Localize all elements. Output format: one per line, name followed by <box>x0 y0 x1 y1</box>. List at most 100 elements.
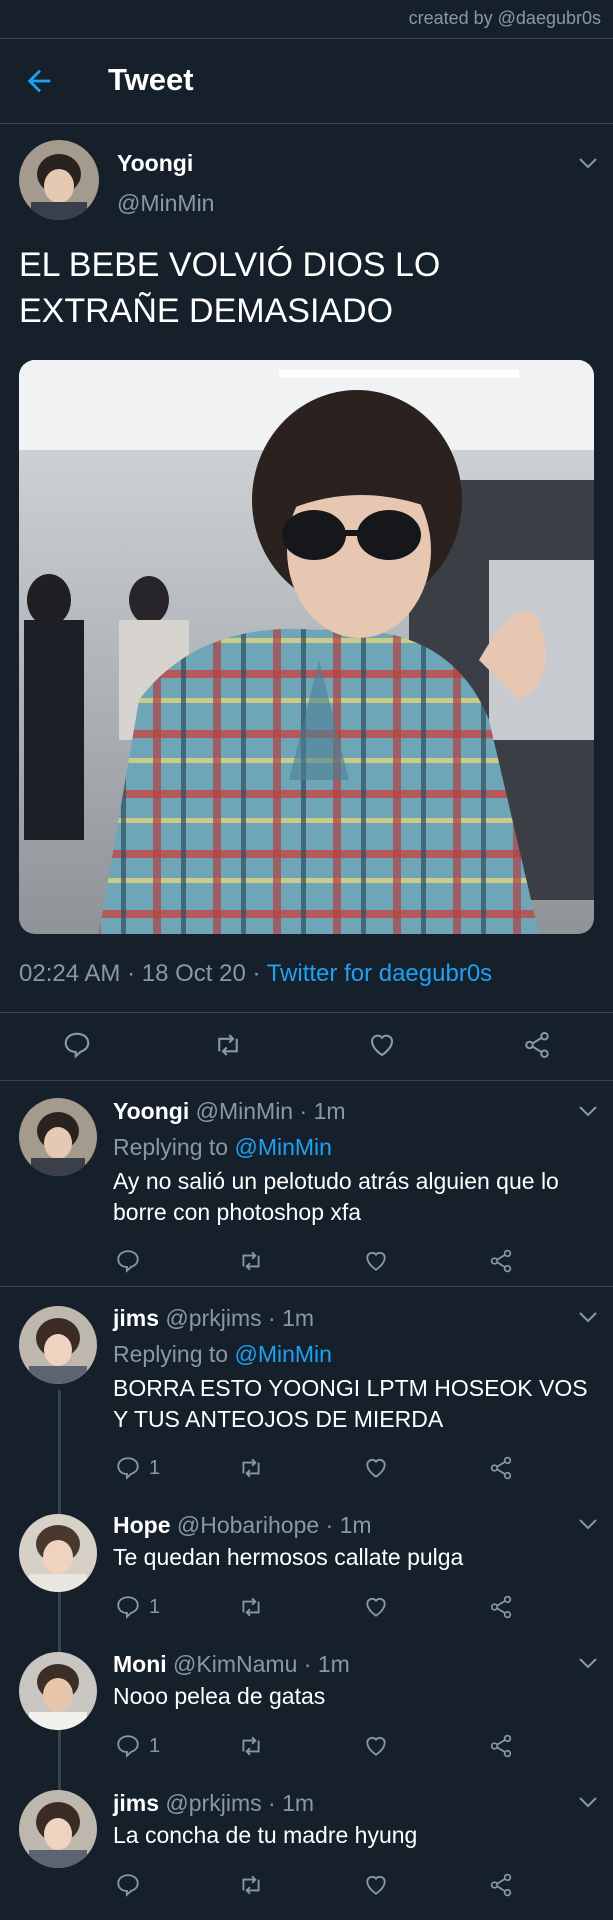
reply-header: Hope @Hobarihope · 1m <box>113 1512 372 1539</box>
reply-author-handle[interactable]: @prkjims <box>165 1790 261 1816</box>
tweet-text: EL BEBE VOLVIÓ DIOS LO EXTRAÑE DEMASIADO <box>19 246 441 330</box>
avatar[interactable] <box>19 1790 97 1868</box>
reply-text: La concha de tu madre hyung <box>113 1822 418 1848</box>
reply-count: 1 <box>149 1456 161 1479</box>
share-icon[interactable] <box>522 1030 552 1060</box>
replying-to: Replying to @MinMin <box>113 1339 332 1370</box>
reply-actions: 1 <box>0 1586 613 1636</box>
reply-actions <box>0 1864 613 1914</box>
replying-to-handle[interactable]: @MinMin <box>234 1341 331 1367</box>
reply-text: Nooo pelea de gatas <box>113 1683 326 1709</box>
meta-separator: · <box>325 1512 334 1538</box>
reply-icon[interactable] <box>62 1030 92 1060</box>
reply-button[interactable] <box>115 1248 141 1274</box>
reply-actions: 1 <box>0 1447 613 1497</box>
divider <box>0 1080 613 1081</box>
author-name[interactable]: Yoongi <box>117 150 193 177</box>
retweet-icon[interactable] <box>238 1872 264 1898</box>
reply-text: Te quedan hermosos callate pulga <box>113 1544 464 1570</box>
chevron-down-icon[interactable] <box>578 1656 598 1670</box>
arrow-left-icon[interactable] <box>22 64 56 98</box>
share-icon[interactable] <box>488 1455 514 1481</box>
like-icon[interactable] <box>363 1248 389 1274</box>
like-icon[interactable] <box>363 1594 389 1620</box>
reply-actions: 1 <box>0 1725 613 1775</box>
retweet-icon[interactable] <box>238 1594 264 1620</box>
chevron-down-icon[interactable] <box>578 1104 598 1118</box>
reply-time: 1m <box>317 1651 350 1677</box>
meta-separator: · <box>252 960 261 987</box>
meta-separator: · <box>303 1651 312 1677</box>
reply-time: 1m <box>339 1512 372 1538</box>
reply-author-name[interactable]: Hope <box>113 1512 171 1538</box>
avatar[interactable] <box>19 1652 97 1730</box>
reply-button[interactable]: 1 <box>115 1594 160 1620</box>
reply-author-name[interactable]: jims <box>113 1790 159 1816</box>
avatar[interactable] <box>19 1306 97 1384</box>
reply-count: 1 <box>149 1595 161 1618</box>
chevron-down-icon[interactable] <box>578 156 598 170</box>
reply-text: Y TUS ANTEOJOS DE MIERDA <box>113 1406 444 1432</box>
reply-author-name[interactable]: Yoongi <box>113 1098 189 1124</box>
replying-to: Replying to @MinMin <box>113 1132 332 1163</box>
share-icon[interactable] <box>488 1733 514 1759</box>
tweet-date: 18 Oct 20 <box>141 960 246 987</box>
avatar[interactable] <box>19 1514 97 1592</box>
reply-time: 1m <box>282 1305 315 1331</box>
like-icon[interactable] <box>363 1455 389 1481</box>
avatar[interactable] <box>19 140 99 220</box>
share-icon[interactable] <box>488 1594 514 1620</box>
reply-icon <box>117 1874 139 1897</box>
author-handle[interactable]: @MinMin <box>117 190 214 217</box>
reply-author-name[interactable]: Moni <box>113 1651 167 1677</box>
reply-header: jims @prkjims · 1m <box>113 1790 314 1817</box>
reply-header: jims @prkjims · 1m <box>113 1305 314 1332</box>
meta-separator: · <box>299 1098 308 1124</box>
tweet-meta: 02:24 AM · 18 Oct 20 · Twitter for daegu… <box>19 960 492 988</box>
reply-icon <box>117 1250 139 1273</box>
meta-separator: · <box>268 1790 276 1816</box>
reply-icon <box>117 1457 139 1480</box>
retweet-icon[interactable] <box>238 1248 264 1274</box>
reply-author-handle[interactable]: @MinMin <box>196 1098 293 1124</box>
reply-text: BORRA ESTO YOONGI LPTM HOSEOK VOS <box>113 1375 588 1401</box>
reply-count: 1 <box>149 1734 161 1757</box>
reply-icon <box>117 1596 139 1619</box>
reply-header: Moni @KimNamu · 1m <box>113 1651 350 1678</box>
page-title: Tweet <box>108 62 194 97</box>
tweet-source[interactable]: Twitter for daegubr0s <box>267 960 492 987</box>
replying-to-handle[interactable]: @MinMin <box>234 1134 331 1160</box>
meta-separator: · <box>127 960 136 987</box>
reply-author-handle[interactable]: @Hobarihope <box>177 1512 319 1538</box>
share-icon[interactable] <box>488 1872 514 1898</box>
like-icon[interactable] <box>363 1733 389 1759</box>
chevron-down-icon[interactable] <box>578 1517 598 1531</box>
chevron-down-icon[interactable] <box>578 1310 598 1324</box>
share-icon[interactable] <box>488 1248 514 1274</box>
retweet-icon[interactable] <box>213 1030 243 1060</box>
like-icon[interactable] <box>367 1030 397 1060</box>
avatar[interactable] <box>19 1098 97 1176</box>
reply-button[interactable]: 1 <box>115 1733 160 1759</box>
divider <box>0 1012 613 1013</box>
retweet-icon[interactable] <box>238 1733 264 1759</box>
reply-button[interactable] <box>115 1872 141 1898</box>
reply-text: Ay no salió un pelotudo atrás alguien qu… <box>113 1168 559 1194</box>
tweet-actions <box>0 1020 613 1070</box>
reply-author-handle[interactable]: @prkjims <box>165 1305 261 1331</box>
reply-author-handle[interactable]: @KimNamu <box>173 1651 297 1677</box>
reply-time: 1m <box>282 1790 315 1816</box>
reply-button[interactable]: 1 <box>115 1455 160 1481</box>
divider <box>0 123 613 124</box>
tweet-photo[interactable] <box>19 360 594 934</box>
retweet-icon[interactable] <box>238 1455 264 1481</box>
top-bar: Tweet <box>0 38 613 124</box>
chevron-down-icon[interactable] <box>578 1795 598 1809</box>
reply-text: borre con photoshop xfa <box>113 1199 362 1225</box>
tweet-time: 02:24 AM <box>19 960 121 987</box>
like-icon[interactable] <box>363 1872 389 1898</box>
reply-author-name[interactable]: jims <box>113 1305 159 1331</box>
reply-header: Yoongi @MinMin · 1m <box>113 1098 346 1125</box>
divider <box>0 1286 613 1287</box>
reply-time: 1m <box>313 1098 346 1124</box>
